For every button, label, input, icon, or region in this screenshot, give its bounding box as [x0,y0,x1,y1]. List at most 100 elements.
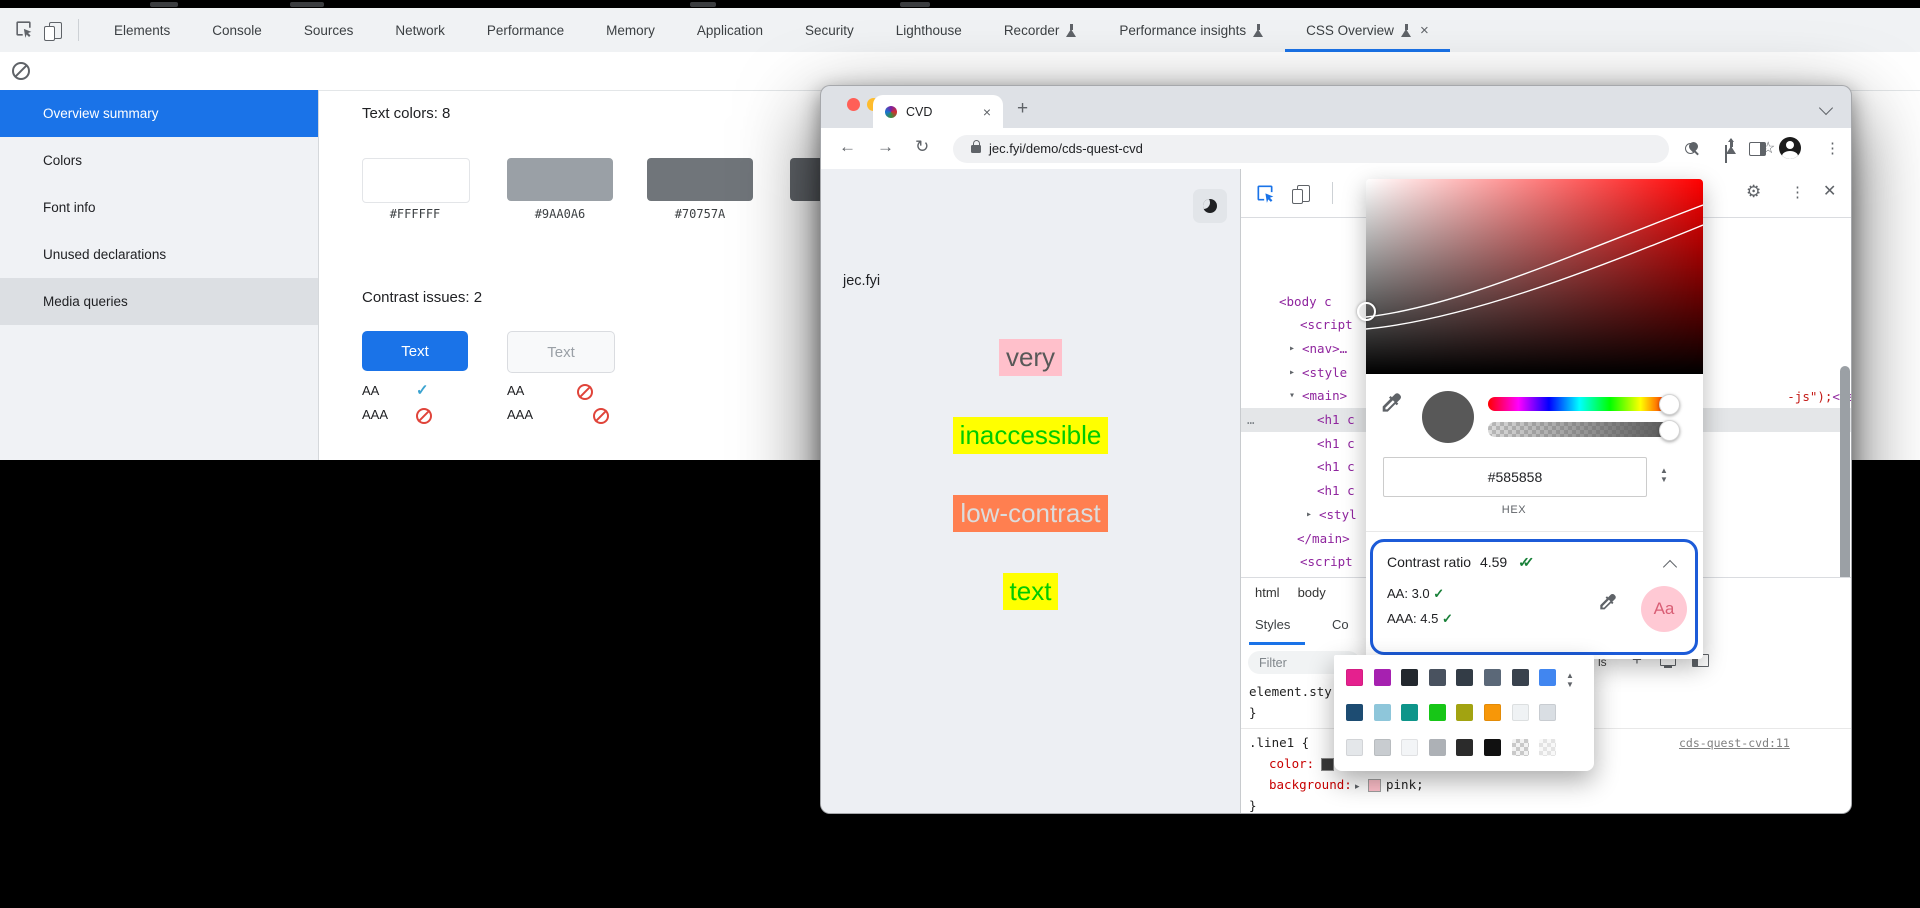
color-value-swatch[interactable] [1321,758,1334,771]
palette-swatch[interactable] [1456,669,1473,686]
inspect-element-icon[interactable] [14,19,33,41]
new-tab-button[interactable]: + [1017,98,1028,120]
settings-gear-icon[interactable]: ⚙ [1746,182,1761,202]
color-swatch[interactable] [362,158,470,203]
palette-swatch[interactable] [1456,704,1473,721]
palette-swatch[interactable] [1484,669,1501,686]
expand-arrow-icon[interactable]: ▸ [1306,503,1312,527]
palette-swatch[interactable] [1539,704,1556,721]
forward-icon[interactable]: → [877,137,894,157]
browser-tab-cvd[interactable]: CVD × [873,95,1003,128]
device-toolbar-icon[interactable] [49,22,62,39]
tab-styles[interactable]: Styles [1255,617,1290,632]
tab-computed[interactable]: Co [1332,617,1349,632]
experiments-flask-icon[interactable] [1726,141,1737,154]
eyedropper-icon[interactable] [1380,391,1406,417]
palette-swatch[interactable] [1512,704,1529,721]
format-stepper[interactable]: ▲▼ [1660,466,1668,484]
devtools-tab-elements[interactable]: Elements [93,8,191,52]
background-property[interactable]: background: [1269,777,1352,792]
breadcrumb-html[interactable]: html [1255,585,1280,600]
color-swatch[interactable] [647,158,753,201]
close-tab-icon[interactable]: × [983,104,991,120]
collapse-chevron-icon[interactable] [1663,560,1677,574]
devtools-tab-security[interactable]: Security [784,8,875,52]
palette-swatch[interactable] [1539,739,1556,756]
palette-swatch[interactable] [1374,704,1391,721]
palette-stepper[interactable]: ▲▼ [1566,671,1574,689]
sidebar-item-overview-summary[interactable]: Overview summary [0,90,318,137]
browser-menu-icon[interactable]: ⋮ [1825,139,1840,157]
stylesheet-source-link[interactable]: cds-quest-cvd:11 [1679,736,1790,750]
reload-icon[interactable]: ↻ [915,137,929,157]
side-panel-icon[interactable] [1749,142,1766,156]
element-style-selector[interactable]: element.sty [1249,684,1332,699]
palette-swatch[interactable] [1401,669,1418,686]
palette-swatch[interactable] [1346,739,1363,756]
color-position-handle[interactable] [1357,302,1376,321]
hue-handle[interactable] [1659,394,1680,415]
color-property[interactable]: color: [1269,756,1314,771]
url-text[interactable]: jec.fyi/demo/cds-quest-cvd [989,141,1143,156]
sidebar-item-colors[interactable]: Colors [0,137,318,184]
devtools-tab-performance[interactable]: Performance [466,8,585,52]
palette-swatch[interactable] [1429,669,1446,686]
palette-swatch[interactable] [1484,739,1501,756]
dark-mode-button[interactable] [1193,189,1227,223]
expand-arrow-icon[interactable]: ▸ [1289,361,1295,385]
palette-swatch[interactable] [1401,704,1418,721]
pink-value-swatch[interactable] [1368,779,1381,792]
devtools-tab-css-overview[interactable]: CSS Overview× [1285,8,1450,52]
sidebar-item-media-queries[interactable]: Media queries [0,278,318,325]
devtools-tab-console[interactable]: Console [191,8,283,52]
contrast-preview-button[interactable]: Text [362,331,468,371]
palette-swatch[interactable] [1346,704,1363,721]
palette-swatch[interactable] [1429,739,1446,756]
sidebar-item-font-info[interactable]: Font info [0,184,318,231]
more-actions-icon[interactable]: … [1247,408,1255,432]
device-toolbar-icon[interactable] [1297,185,1310,202]
color-swatch[interactable] [507,158,613,201]
profile-avatar[interactable] [1779,137,1801,159]
back-icon[interactable]: ← [839,137,856,157]
palette-swatch[interactable] [1512,669,1529,686]
palette-swatch[interactable] [1484,704,1501,721]
palette-swatch[interactable] [1512,739,1529,756]
alpha-slider[interactable] [1488,422,1671,437]
hue-slider[interactable] [1488,397,1671,411]
clear-overview-icon[interactable] [12,62,30,80]
palette-swatch[interactable] [1456,739,1473,756]
devtools-tab-lighthouse[interactable]: Lighthouse [875,8,983,52]
devtools-tab-performance-insights[interactable]: Performance insights [1098,8,1285,52]
pink-value[interactable]: pink; [1386,777,1424,792]
tab-search-chevron-icon[interactable] [1819,101,1833,115]
address-bar[interactable]: jec.fyi/demo/cds-quest-cvd ☆ [953,135,1669,163]
line1-selector[interactable]: .line1 { [1249,735,1309,750]
contrast-preview-button[interactable]: Text [507,331,615,373]
devtools-tab-sources[interactable]: Sources [283,8,375,52]
palette-swatch[interactable] [1401,739,1418,756]
site-title[interactable]: jec.fyi [843,273,880,289]
close-window-button[interactable] [847,98,860,111]
palette-swatch[interactable] [1346,669,1363,686]
expand-arrow-icon[interactable]: ▸ [1289,337,1295,361]
devtools-menu-icon[interactable]: ⋮ [1790,183,1805,201]
close-icon[interactable]: × [1420,23,1429,38]
expand-arrow-icon[interactable]: ▸ [1355,781,1360,792]
saturation-lightness-area[interactable] [1366,179,1703,374]
alpha-handle[interactable] [1659,420,1680,441]
palette-swatch[interactable] [1374,669,1391,686]
hex-input[interactable]: #585858 [1383,457,1647,497]
inspect-element-icon[interactable] [1255,183,1275,208]
palette-swatch[interactable] [1539,669,1556,686]
contrast-eyedropper-icon[interactable] [1598,592,1620,619]
expand-arrow-icon[interactable]: ▾ [1289,384,1295,408]
close-devtools-icon[interactable]: ✕ [1823,181,1836,201]
devtools-tab-recorder[interactable]: Recorder [983,8,1099,52]
palette-swatch[interactable] [1429,704,1446,721]
sidebar-item-unused-declarations[interactable]: Unused declarations [0,231,318,278]
devtools-tab-memory[interactable]: Memory [585,8,676,52]
breadcrumb-body[interactable]: body [1298,585,1326,600]
palette-swatch[interactable] [1374,739,1391,756]
devtools-tab-application[interactable]: Application [676,8,784,52]
